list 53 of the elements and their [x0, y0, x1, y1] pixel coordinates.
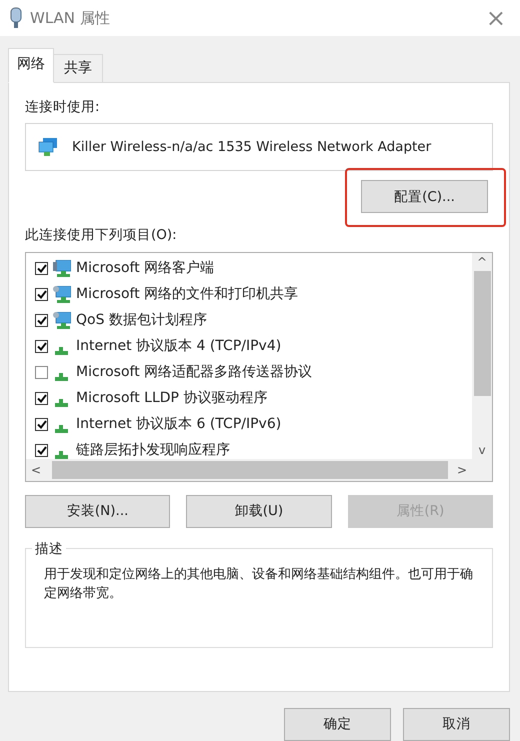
- protocol-icon: [55, 346, 68, 354]
- close-button[interactable]: ×: [482, 6, 510, 30]
- list-item[interactable]: Microsoft 网络的文件和打印机共享: [26, 282, 472, 308]
- item-label: QoS 数据包计划程序: [76, 311, 207, 330]
- list-item[interactable]: QoS 数据包计划程序: [26, 308, 472, 334]
- vertical-scrollbar[interactable]: ^ v: [472, 252, 492, 458]
- dialog-button[interactable]: 取消: [403, 708, 510, 741]
- monitor-icon: [53, 286, 71, 303]
- scroll-right-arrow[interactable]: >: [452, 460, 472, 478]
- scroll-down-arrow[interactable]: v: [472, 440, 492, 458]
- scroll-thumb[interactable]: [52, 460, 448, 478]
- item-label: Internet 协议版本 4 (TCP/IPv4): [76, 337, 282, 356]
- monitor-icon: [53, 312, 71, 329]
- protocol-icon: [55, 372, 68, 380]
- item-action-button[interactable]: 安装(N)...: [25, 494, 170, 528]
- checkbox[interactable]: [35, 314, 48, 327]
- checkbox[interactable]: [35, 288, 48, 301]
- item-label: Microsoft LLDP 协议驱动程序: [76, 389, 268, 408]
- list-item[interactable]: Microsoft 网络客户端: [26, 256, 472, 282]
- scroll-thumb[interactable]: [474, 270, 490, 396]
- checkbox[interactable]: [35, 392, 48, 405]
- protocol-icon: [55, 424, 68, 432]
- checkbox[interactable]: [35, 418, 48, 431]
- list-item[interactable]: Internet 协议版本 6 (TCP/IPv6): [26, 412, 472, 438]
- description-text: 用于发现和定位网络上的其他电脑、设备和网络基础结构组件。也可用于确定网络带宽。: [44, 566, 474, 603]
- item-label: Microsoft 网络的文件和打印机共享: [76, 285, 298, 304]
- adapter-name: Killer Wireless-n/a/ac 1535 Wireless Network Adapter: [72, 138, 432, 158]
- item-label: Microsoft 网络客户端: [76, 259, 214, 278]
- tab[interactable]: 网络: [8, 48, 54, 83]
- item-label: Internet 协议版本 6 (TCP/IPv6): [76, 415, 282, 434]
- list-item[interactable]: Microsoft 网络适配器多路传送器协议: [26, 360, 472, 386]
- item-action-button[interactable]: 卸载(U): [186, 494, 332, 528]
- checkbox[interactable]: [35, 340, 48, 353]
- checkbox[interactable]: [35, 366, 48, 379]
- connect-using-label: 连接时使用:: [25, 98, 101, 117]
- protocol-icon: [55, 398, 68, 406]
- configure-button[interactable]: 配置(C)...: [361, 180, 488, 214]
- list-item[interactable]: 链路层拓扑发现响应程序: [26, 438, 472, 458]
- tab[interactable]: 共享: [53, 54, 103, 83]
- horizontal-scrollbar[interactable]: < >: [26, 458, 492, 480]
- scroll-up-arrow[interactable]: ^: [472, 252, 492, 270]
- item-label: 链路层拓扑发现响应程序: [76, 441, 230, 458]
- scroll-left-arrow[interactable]: <: [26, 460, 46, 478]
- checkbox[interactable]: [35, 262, 48, 275]
- monitor-icon: [53, 260, 71, 277]
- window-title: WLAN 属性: [30, 8, 110, 29]
- checkbox[interactable]: [35, 444, 48, 457]
- list-item[interactable]: Microsoft LLDP 协议驱动程序: [26, 386, 472, 412]
- item-label: Microsoft 网络适配器多路传送器协议: [76, 363, 312, 382]
- dialog-button[interactable]: 确定: [284, 708, 391, 741]
- protocol-icon: [55, 450, 68, 458]
- list-item[interactable]: Internet 协议版本 4 (TCP/IPv4): [26, 334, 472, 360]
- items-label: 此连接使用下列项目(O):: [25, 226, 178, 246]
